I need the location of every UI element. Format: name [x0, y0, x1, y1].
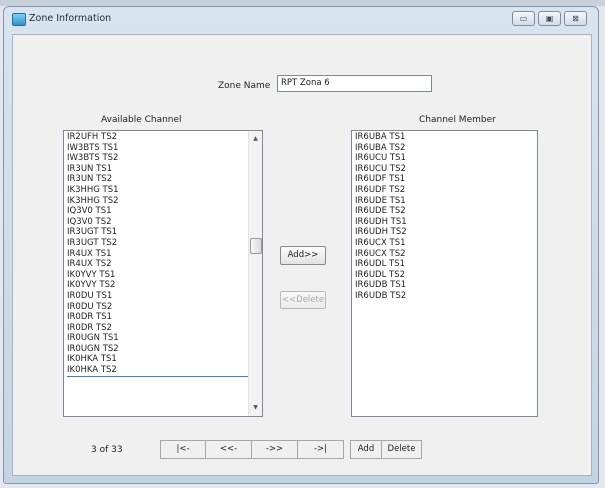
list-item[interactable]: IR6UCU TS2 [355, 164, 537, 175]
list-item[interactable]: IR0DR TS1 [67, 312, 262, 323]
list-item[interactable]: IK0YVY TS2 [67, 280, 262, 291]
channel-member-label: Channel Member [419, 115, 496, 125]
channel-member-items: IR6UBA TS1 IR6UBA TS2 IR6UCU TS1 IR6UCU TS2… [352, 131, 537, 302]
list-item[interactable]: IR6UDE TS2 [355, 206, 537, 217]
list-item[interactable]: IQ3V0 TS2 [67, 217, 262, 228]
list-item[interactable]: IR3UGT TS2 [67, 238, 262, 249]
list-item[interactable]: IR4UX TS2 [67, 259, 262, 270]
list-item[interactable]: IK0HKA TS2 [67, 365, 262, 377]
list-item[interactable]: IQ3V0 TS1 [67, 206, 262, 217]
list-item[interactable]: IR6UCU TS1 [355, 153, 537, 164]
list-item[interactable]: IR0DU TS1 [67, 291, 262, 302]
list-item[interactable]: IR6UBA TS2 [355, 143, 537, 154]
list-item[interactable]: IR6UDE TS1 [355, 196, 537, 207]
delete-record-button[interactable]: Delete [382, 440, 422, 459]
list-item[interactable]: IR6UDB TS1 [355, 280, 537, 291]
list-item[interactable]: IR6UDH TS2 [355, 227, 537, 238]
close-button[interactable]: ⊠ [564, 11, 587, 26]
list-item[interactable]: IR3UN TS1 [67, 164, 262, 175]
list-item[interactable]: IR4UX TS1 [67, 249, 262, 260]
zone-name-label: Zone Name [218, 81, 271, 91]
list-item[interactable]: IR0DU TS2 [67, 302, 262, 313]
add-record-button[interactable]: Add [350, 440, 382, 459]
scroll-thumb[interactable] [250, 238, 262, 254]
list-item[interactable]: IK3HHG TS2 [67, 196, 262, 207]
list-item[interactable]: IR2UFH TS2 [67, 132, 262, 143]
list-item[interactable]: IR6UCX TS1 [355, 238, 537, 249]
title-bar[interactable]: Zone Information ▭ ▣ ⊠ [4, 7, 598, 31]
channel-member-list[interactable]: IR6UBA TS1 IR6UBA TS2 IR6UCU TS1 IR6UCU TS2… [351, 130, 538, 417]
list-item[interactable]: IR3UN TS2 [67, 174, 262, 185]
available-list-scrollbar[interactable]: ▲ ▼ [248, 131, 262, 416]
maximize-button[interactable]: ▣ [538, 11, 561, 26]
list-item[interactable]: IR6UDF TS1 [355, 174, 537, 185]
zone-information-window: Zone Information ▭ ▣ ⊠ Zone Name RPT Zon… [3, 6, 599, 484]
list-item[interactable]: IK3HHG TS1 [67, 185, 262, 196]
available-channel-list[interactable]: IR2UFH TS2 IW3BTS TS1 IW3BTS TS2 IR3UN TS1 I… [63, 130, 263, 417]
zone-name-input[interactable]: RPT Zona 6 [277, 75, 432, 92]
list-item[interactable]: IR0UGN TS2 [67, 344, 262, 355]
available-channel-items: IR2UFH TS2 IW3BTS TS1 IW3BTS TS2 IR3UN TS1 I… [64, 131, 262, 377]
list-item[interactable]: IR6UDF TS2 [355, 185, 537, 196]
last-record-button[interactable]: ->| [298, 440, 344, 459]
delete-from-zone-button[interactable]: <<Delete [280, 291, 326, 309]
scroll-down-arrow-icon[interactable]: ▼ [249, 402, 262, 414]
list-item[interactable]: IK0YVY TS1 [67, 270, 262, 281]
record-counter: 3 of 33 [91, 445, 123, 455]
list-item[interactable]: IR6UCX TS2 [355, 249, 537, 260]
first-record-button[interactable]: |<- [160, 440, 206, 459]
add-to-zone-button[interactable]: Add>> [280, 246, 326, 265]
list-item[interactable]: IR6UDH TS1 [355, 217, 537, 228]
app-icon [12, 13, 26, 26]
list-item[interactable]: IK0HKA TS1 [67, 354, 262, 365]
scroll-up-arrow-icon[interactable]: ▲ [249, 133, 262, 145]
list-item[interactable]: IW3BTS TS2 [67, 153, 262, 164]
list-item[interactable]: IW3BTS TS1 [67, 143, 262, 154]
dialog-client-area: Zone Name RPT Zona 6 Available Channel C… [12, 34, 592, 476]
available-channel-label: Available Channel [101, 115, 182, 125]
list-item[interactable]: IR6UDB TS2 [355, 291, 537, 302]
list-item[interactable]: IR6UDL TS1 [355, 259, 537, 270]
list-item[interactable]: IR0DR TS2 [67, 323, 262, 334]
window-title: Zone Information [29, 13, 112, 24]
list-item[interactable]: IR0UGN TS1 [67, 333, 262, 344]
previous-record-button[interactable]: <<- [206, 440, 252, 459]
list-item[interactable]: IR6UBA TS1 [355, 132, 537, 143]
minimize-button[interactable]: ▭ [512, 11, 535, 26]
next-record-button[interactable]: ->> [252, 440, 298, 459]
list-item[interactable]: IR3UGT TS1 [67, 227, 262, 238]
list-item[interactable]: IR6UDL TS2 [355, 270, 537, 281]
